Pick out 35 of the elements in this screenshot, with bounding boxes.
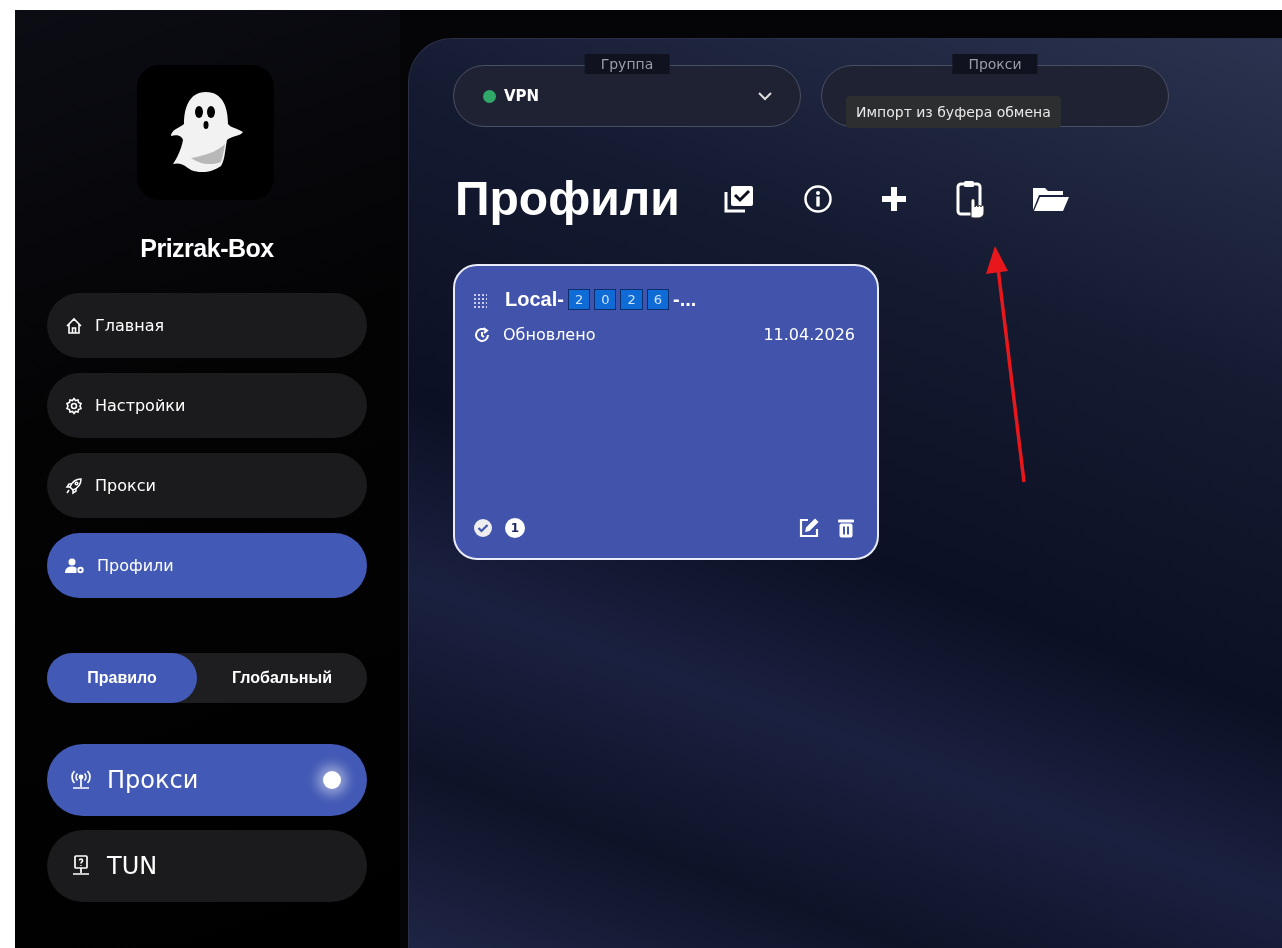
- toggle-switch[interactable]: TUN: [47, 830, 367, 902]
- drag-handle-icon[interactable]: [473, 291, 487, 308]
- select-value: VPN: [504, 87, 541, 105]
- digit-tile: 6: [646, 289, 670, 310]
- chevron-down-icon: [757, 91, 773, 101]
- app-name: Prizrak-Box: [140, 234, 274, 263]
- toggle-switch[interactable]: Прокси: [47, 744, 367, 816]
- field-label: Группа: [584, 54, 670, 74]
- rocket-icon: [65, 476, 83, 495]
- profile-card[interactable]: Local- 2 0 2 6 -... Обновлено 11.04.2026 1: [453, 264, 879, 560]
- sidebar-item[interactable]: Прокси: [47, 453, 367, 518]
- sidebar-item[interactable]: Профили: [47, 533, 367, 598]
- select-field[interactable]: Группа VPN: [453, 54, 801, 127]
- profile-name: Local-: [505, 288, 564, 311]
- page-title: Профили: [455, 171, 680, 226]
- tooltip: Импорт из буфера обмена: [846, 96, 1061, 128]
- check-circle-icon: [473, 518, 493, 538]
- gear-icon: [65, 396, 83, 415]
- digit-tile: 2: [620, 289, 643, 310]
- profile-name-ellipsis: -...: [673, 288, 697, 311]
- home-icon: [65, 316, 83, 335]
- mode-option[interactable]: Правило: [47, 653, 197, 703]
- updated-date: 11.04.2026: [763, 325, 855, 344]
- sidebar-item[interactable]: Настройки: [47, 373, 367, 438]
- count-badge: 1: [505, 518, 525, 538]
- antenna-icon: [69, 768, 93, 792]
- sidebar-item[interactable]: Главная: [47, 293, 367, 358]
- digit-tile: 0: [594, 289, 617, 310]
- mode-option[interactable]: Глобальный: [197, 653, 367, 703]
- toggle-knob: [323, 771, 341, 789]
- updated-label: Обновлено: [503, 325, 596, 344]
- digit-tile: 2: [567, 289, 591, 310]
- refresh-clock-icon: [473, 325, 491, 344]
- users-icon: [65, 556, 85, 575]
- field-label: Прокси: [952, 54, 1038, 74]
